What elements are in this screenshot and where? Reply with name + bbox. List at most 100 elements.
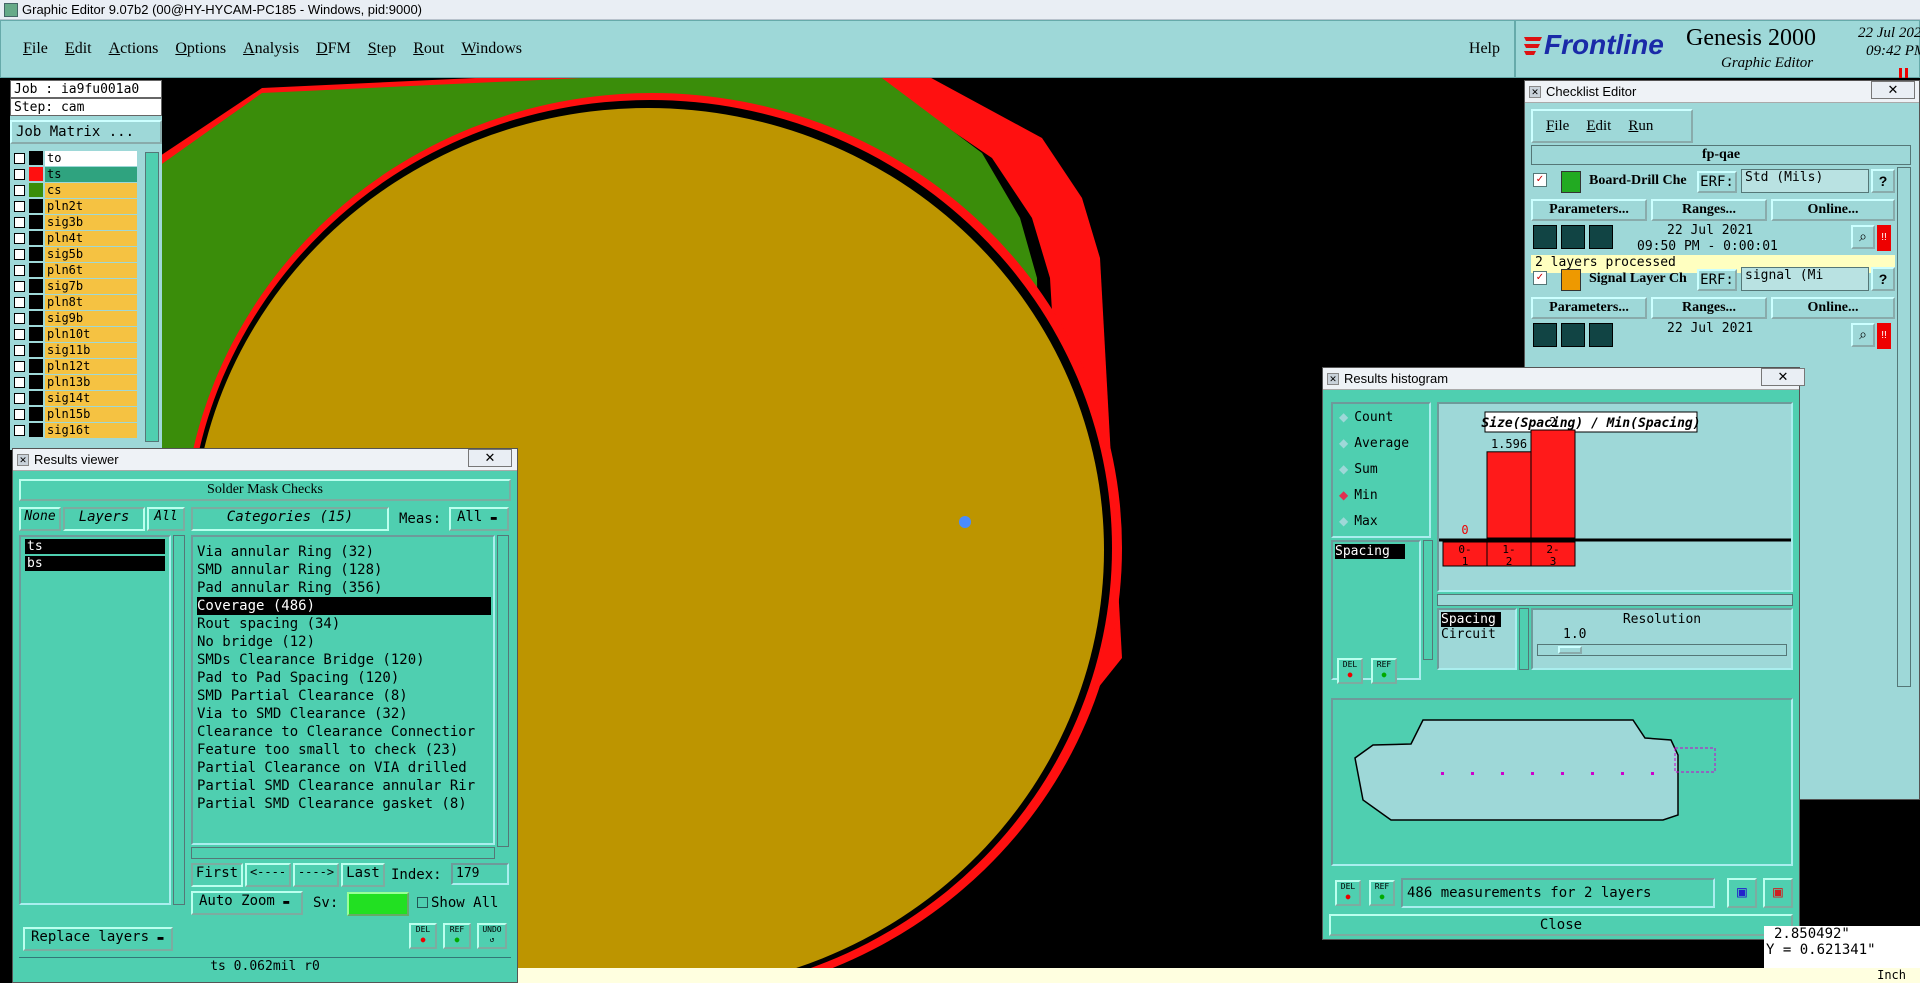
- layer-scrollbar[interactable]: [145, 152, 159, 442]
- run-icon[interactable]: [1533, 323, 1557, 347]
- layer-row[interactable]: sig7b: [10, 278, 140, 294]
- layer-name[interactable]: pln6t: [45, 262, 137, 278]
- layer-list-box[interactable]: ts bs: [19, 535, 171, 905]
- category-item[interactable]: Partial Clearance on VIA drilled: [197, 759, 493, 777]
- none-button[interactable]: None: [19, 507, 61, 531]
- mode-radio-min[interactable]: ◆ Min: [1333, 482, 1429, 508]
- hist-del-button-2[interactable]: DEL ●: [1335, 880, 1361, 906]
- layer-checkbox[interactable]: [14, 376, 25, 388]
- category-item[interactable]: Via to SMD Clearance (32): [197, 705, 493, 723]
- undo-button[interactable]: UNDO ↺: [477, 923, 507, 949]
- meas-dropdown[interactable]: All ▬: [449, 507, 509, 531]
- layer-checkbox[interactable]: [14, 168, 25, 180]
- layer-name[interactable]: sig9b: [45, 310, 137, 326]
- category-item[interactable]: Partial SMD Clearance annular Rir: [197, 777, 493, 795]
- layer-checkbox[interactable]: [14, 328, 25, 340]
- menu-rout[interactable]: Rout: [413, 40, 444, 58]
- menu-analysis[interactable]: Analysis: [243, 40, 299, 58]
- menu-dfm[interactable]: DFM: [316, 40, 351, 58]
- layer-name[interactable]: cs: [45, 182, 137, 198]
- layer-checkbox[interactable]: [14, 360, 25, 372]
- layer-checkbox[interactable]: [14, 424, 25, 436]
- close-icon[interactable]: ✕: [1761, 368, 1805, 386]
- board-preview[interactable]: [1331, 698, 1793, 866]
- hist-ref-button[interactable]: REF ●: [1371, 658, 1397, 684]
- run-icon[interactable]: [1561, 225, 1585, 249]
- sv-color-dropdown[interactable]: [347, 892, 409, 916]
- run-icon[interactable]: [1561, 323, 1585, 347]
- category-item[interactable]: Pad to Pad Spacing (120): [197, 669, 493, 687]
- measure-scrollbar[interactable]: [1423, 540, 1433, 660]
- hist-del-button[interactable]: DEL ●: [1337, 658, 1363, 684]
- layer-row[interactable]: pln10t: [10, 326, 140, 342]
- close-icon[interactable]: ✕: [1871, 81, 1915, 99]
- menu-file[interactable]: File: [23, 40, 48, 58]
- layer-row[interactable]: sig9b: [10, 310, 140, 326]
- category-item[interactable]: No bridge (12): [197, 633, 493, 651]
- attr-item-spacing[interactable]: Spacing: [1441, 612, 1501, 627]
- attr-scrollbar[interactable]: [1519, 608, 1529, 670]
- zoom-dropdown[interactable]: Auto Zoom ▬: [191, 891, 303, 915]
- layer-row[interactable]: pln6t: [10, 262, 140, 278]
- layer-row[interactable]: pln13b: [10, 374, 140, 390]
- parameters-button[interactable]: Parameters...: [1531, 297, 1647, 319]
- category-item[interactable]: SMD Partial Clearance (8): [197, 687, 493, 705]
- layer-row[interactable]: pln2t: [10, 198, 140, 214]
- category-item[interactable]: Partial SMD Clearance gasket (8): [197, 795, 493, 813]
- layer-name[interactable]: pln2t: [45, 198, 137, 214]
- layer-row[interactable]: sig11b: [10, 342, 140, 358]
- layer-name[interactable]: pln15b: [45, 406, 137, 422]
- resolution-slider[interactable]: [1537, 644, 1787, 656]
- category-item[interactable]: Pad annular Ring (356): [197, 579, 493, 597]
- zoom-icon[interactable]: ⌕: [1851, 225, 1875, 249]
- close-icon[interactable]: ✕: [468, 449, 512, 467]
- layer-row[interactable]: to: [10, 150, 140, 166]
- layer-name[interactable]: to: [45, 150, 137, 166]
- first-button[interactable]: First: [191, 863, 243, 887]
- categories-scrollbar[interactable]: [497, 535, 509, 847]
- histogram-close-button[interactable]: Close: [1329, 914, 1793, 936]
- category-item[interactable]: Rout spacing (34): [197, 615, 493, 633]
- layer-row[interactable]: pln15b: [10, 406, 140, 422]
- layer-name[interactable]: pln8t: [45, 294, 137, 310]
- ref-button[interactable]: REF ●: [443, 923, 471, 949]
- category-item[interactable]: Coverage (486): [197, 597, 491, 615]
- layer-checkbox[interactable]: [14, 152, 25, 164]
- rv-layer-item[interactable]: bs: [25, 556, 165, 571]
- checklist-menu-run[interactable]: Run: [1628, 118, 1653, 135]
- mode-radio-max[interactable]: ◆ Max: [1333, 508, 1429, 534]
- run-icon[interactable]: [1533, 225, 1557, 249]
- measure-item[interactable]: Spacing: [1335, 544, 1405, 559]
- layer-checkbox[interactable]: [14, 280, 25, 292]
- checklist-menu-file[interactable]: File: [1546, 118, 1569, 135]
- online-button[interactable]: Online...: [1771, 199, 1895, 221]
- run-icon[interactable]: [1589, 225, 1613, 249]
- help-icon[interactable]: ?: [1871, 267, 1895, 291]
- layer-name[interactable]: sig3b: [45, 214, 137, 230]
- layer-name[interactable]: sig7b: [45, 278, 137, 294]
- check-icon[interactable]: ✓: [1533, 173, 1547, 187]
- checklist-scrollbar[interactable]: [1897, 167, 1911, 687]
- run-icon[interactable]: [1589, 323, 1613, 347]
- all-layers-button[interactable]: All: [147, 507, 185, 531]
- attr-list-box[interactable]: Spacing Circuit: [1437, 608, 1517, 670]
- layer-row[interactable]: pln8t: [10, 294, 140, 310]
- category-item[interactable]: Via annular Ring (32): [197, 543, 493, 561]
- menu-step[interactable]: Step: [368, 40, 396, 58]
- attr-item-circuit[interactable]: Circuit: [1441, 627, 1513, 642]
- layer-checkbox[interactable]: [14, 408, 25, 420]
- layer-row[interactable]: sig16t: [10, 422, 140, 438]
- del-button[interactable]: DEL ●: [409, 923, 437, 949]
- checklist-menu-edit[interactable]: Edit: [1586, 118, 1611, 135]
- erf-value[interactable]: Std (Mils): [1741, 169, 1869, 193]
- layer-list-scrollbar[interactable]: [173, 535, 185, 905]
- menu-actions[interactable]: Actions: [109, 40, 159, 58]
- menu-options[interactable]: Options: [175, 40, 226, 58]
- layer-checkbox[interactable]: [14, 392, 25, 404]
- categories-list-box[interactable]: Via annular Ring (32) SMD annular Ring (1…: [191, 535, 495, 845]
- slider-thumb[interactable]: [1558, 646, 1582, 654]
- layer-row[interactable]: pln12t: [10, 358, 140, 374]
- erf-value[interactable]: signal (Mi: [1741, 267, 1869, 291]
- layer-checkbox[interactable]: [14, 264, 25, 276]
- layer-name[interactable]: pln12t: [45, 358, 137, 374]
